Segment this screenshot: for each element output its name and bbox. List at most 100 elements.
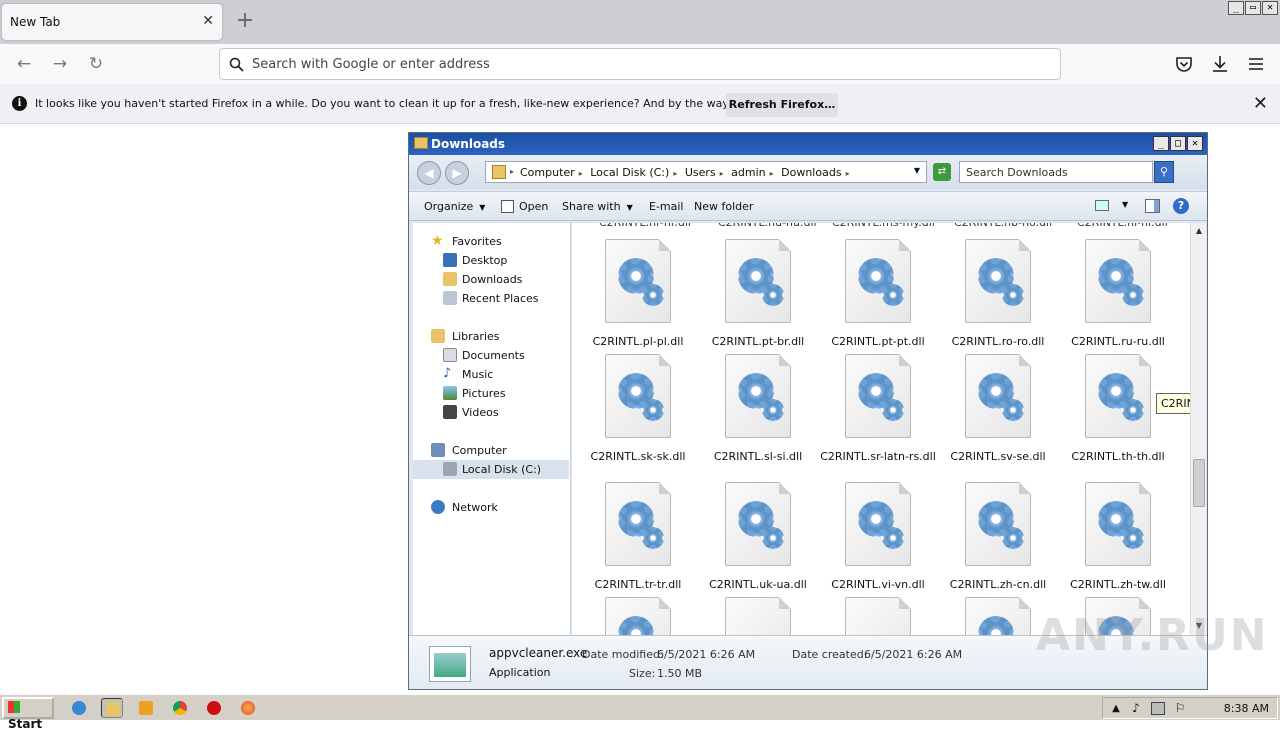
pocket-icon[interactable] [1175, 55, 1193, 73]
view-icon[interactable] [1095, 200, 1109, 211]
nav-local-disk-label: Local Disk (C:) [462, 463, 542, 476]
back-icon[interactable]: ← [13, 53, 35, 75]
chevron-down-icon[interactable]: ▼ [1122, 200, 1128, 209]
start-button[interactable]: Start [2, 697, 54, 731]
downloads-icon[interactable] [1211, 55, 1229, 73]
chrome-icon[interactable] [169, 698, 191, 718]
network-tray-icon[interactable] [1151, 702, 1165, 715]
organize-button[interactable]: Organize ▼ [424, 200, 485, 213]
nav-documents[interactable]: Documents [413, 346, 569, 365]
forward-icon[interactable]: → [49, 53, 71, 75]
volume-icon[interactable]: ♪ [1129, 702, 1143, 715]
nav-downloads[interactable]: Downloads [413, 270, 569, 289]
file-item[interactable]: C2RINTL.tr-tr.dll [578, 482, 698, 591]
refresh-icon[interactable]: ⇄ [933, 163, 951, 181]
file-item[interactable] [698, 597, 818, 635]
explorer-back-button[interactable]: ◀ [417, 161, 441, 185]
file-item[interactable]: C2RINTL.sl-si.dll [698, 354, 818, 463]
file-item[interactable]: C2RINTL.sv-se.dll [938, 354, 1058, 463]
firefox-icon[interactable] [237, 698, 259, 718]
file-item[interactable]: C2RINTL.pt-pt.dll [818, 239, 938, 348]
chevron-right-icon[interactable]: ▸ [846, 169, 850, 178]
menu-icon[interactable] [1248, 56, 1264, 72]
explorer-search-input[interactable]: Search Downloads [959, 161, 1153, 183]
nav-documents-label: Documents [462, 349, 525, 362]
file-item[interactable]: C2RINTL.zh-tw.dll [1058, 482, 1178, 591]
close-window-button[interactable]: ✕ [1262, 1, 1278, 15]
browser-tab[interactable]: New Tab ✕ [2, 4, 222, 40]
help-icon[interactable]: ? [1173, 198, 1189, 214]
chevron-down-icon[interactable]: ▼ [914, 166, 920, 175]
explorer-close-button[interactable]: ✕ [1187, 136, 1203, 151]
chevron-right-icon[interactable]: ▸ [673, 169, 677, 178]
nav-favorites[interactable]: ★ Favorites [413, 232, 569, 251]
reload-icon[interactable]: ↻ [85, 53, 107, 75]
file-item[interactable]: C2RINTL.uk-ua.dll [698, 482, 818, 591]
new-folder-button[interactable]: New folder [694, 200, 753, 213]
info-icon: i [12, 96, 27, 111]
file-item[interactable]: C2RINTL.ro-ro.dll [938, 239, 1058, 348]
nav-videos[interactable]: Videos [413, 403, 569, 422]
dll-file-icon [725, 354, 791, 438]
breadcrumb-downloads[interactable]: Downloads [781, 166, 841, 179]
share-with-button[interactable]: Share with ▼ [562, 200, 633, 213]
file-item[interactable]: C2RINTL.pt-br.dll [698, 239, 818, 348]
file-item[interactable]: C2RINTL.ru-ru.dll [1058, 239, 1178, 348]
nav-pictures[interactable]: Pictures [413, 384, 569, 403]
chevron-right-icon[interactable]: ▸ [770, 169, 774, 178]
explorer-maximize-button[interactable]: □ [1170, 136, 1186, 151]
scroll-up-icon[interactable]: ▲ [1192, 224, 1206, 238]
ie-icon[interactable] [68, 698, 90, 718]
address-bar[interactable]: Search with Google or enter address [219, 48, 1061, 80]
media-player-icon[interactable] [135, 698, 157, 718]
chevron-right-icon[interactable]: ▸ [579, 169, 583, 178]
file-item[interactable]: C2RINTL.sk-sk.dll [578, 354, 698, 463]
documents-icon [443, 348, 457, 362]
nav-recent-places[interactable]: Recent Places [413, 289, 569, 308]
file-item[interactable]: C2RINTL.sr-latn-rs.dll [818, 354, 938, 463]
nav-downloads-label: Downloads [462, 273, 523, 286]
breadcrumb-users[interactable]: Users [685, 166, 716, 179]
tab-close-icon[interactable]: ✕ [202, 13, 214, 29]
file-item[interactable] [578, 597, 698, 635]
nav-computer[interactable]: Computer [413, 441, 569, 460]
explorer-titlebar[interactable]: Downloads _ □ ✕ [409, 133, 1207, 155]
explorer-taskbar-icon[interactable] [101, 698, 123, 718]
dll-file-icon [1085, 354, 1151, 438]
restore-button[interactable]: ▭ [1245, 1, 1261, 15]
open-button[interactable]: Open [519, 200, 548, 213]
file-name-fragment: C2RINTL.ms-my.dll [832, 223, 935, 229]
breadcrumb-computer[interactable]: Computer [520, 166, 575, 179]
scrollbar-thumb[interactable] [1193, 459, 1205, 507]
email-button[interactable]: E-mail [649, 200, 684, 213]
refresh-firefox-button[interactable]: Refresh Firefox… [726, 93, 838, 117]
search-icon[interactable]: ⚲ [1154, 161, 1174, 183]
file-item[interactable] [818, 597, 938, 635]
flag-icon[interactable]: ⚐ [1173, 702, 1187, 715]
nav-libraries[interactable]: Libraries [413, 327, 569, 346]
minimize-button[interactable]: _ [1228, 1, 1244, 15]
nav-local-disk[interactable]: Local Disk (C:) [413, 460, 569, 479]
breadcrumb-local-disk[interactable]: Local Disk (C:) [590, 166, 669, 179]
new-tab-button[interactable]: + [234, 8, 256, 34]
nav-desktop[interactable]: Desktop [413, 251, 569, 270]
vertical-scrollbar[interactable]: ▲ ▼ [1190, 223, 1206, 635]
nav-network[interactable]: Network [413, 498, 569, 517]
explorer-address-row: ◀ ▶ ▸ Computer ▸ Local Disk (C:) ▸ Users ▸ … [409, 155, 1207, 189]
file-item[interactable]: C2RINTL.zh-cn.dll [938, 482, 1058, 591]
chevron-down-icon: ▼ [626, 203, 633, 212]
tray-expand-icon[interactable]: ▲ [1109, 702, 1123, 715]
file-item[interactable]: C2RINTL.pl-pl.dll [578, 239, 698, 348]
nav-music[interactable]: ♪ Music [413, 365, 569, 384]
preview-pane-icon[interactable] [1145, 199, 1160, 213]
opera-icon[interactable] [203, 698, 225, 718]
chevron-right-icon[interactable]: ▸ [720, 169, 724, 178]
nav-network-label: Network [452, 501, 498, 514]
file-item[interactable]: C2RINTL.vi-vn.dll [818, 482, 938, 591]
explorer-minimize-button[interactable]: _ [1153, 136, 1169, 151]
tab-title: New Tab [10, 15, 61, 29]
breadcrumb-admin[interactable]: admin [731, 166, 765, 179]
explorer-address-bar[interactable]: ▸ Computer ▸ Local Disk (C:) ▸ Users ▸ admi… [485, 161, 927, 183]
explorer-forward-button[interactable]: ▶ [445, 161, 469, 185]
notification-close-icon[interactable]: ✕ [1253, 93, 1268, 114]
